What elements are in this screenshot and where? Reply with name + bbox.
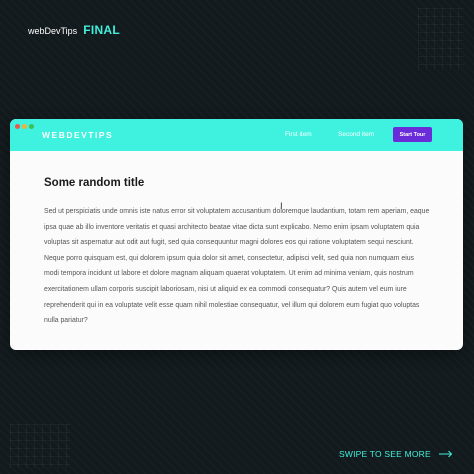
window-controls <box>15 124 34 129</box>
browser-window: WEBDEVTIPS First item Second item Start … <box>10 119 463 350</box>
arrow-right-icon <box>438 450 453 458</box>
page-content: Some random title Sed ut perspiciatis un… <box>10 151 463 329</box>
green-dot-icon[interactable] <box>29 124 34 129</box>
header-brand: webDevTips FINAL <box>28 23 120 37</box>
swipe-to-see-more[interactable]: SWIPE TO SEE MORE <box>339 449 453 459</box>
navbar: WEBDEVTIPS First item Second item Start … <box>10 119 463 151</box>
brand-final-label: FINAL <box>83 23 121 37</box>
red-dot-icon[interactable] <box>15 124 20 129</box>
text-cursor-icon: I <box>280 202 283 212</box>
body-paragraph: Sed ut perspiciatis unde omnis iste natu… <box>44 208 430 325</box>
nav-first-item[interactable]: First item <box>285 131 312 138</box>
start-tour-button[interactable]: Start Tour <box>393 127 432 142</box>
site-logo[interactable]: WEBDEVTIPS <box>42 130 113 140</box>
swipe-label: SWIPE TO SEE MORE <box>339 449 431 459</box>
page-title: Some random title <box>44 177 145 189</box>
brand-name: webDevTips <box>28 26 78 36</box>
decorative-grid-bottom-left <box>10 424 70 468</box>
yellow-dot-icon[interactable] <box>22 124 27 129</box>
decorative-grid-top-right <box>418 8 464 70</box>
nav-second-item[interactable]: Second item <box>338 131 374 138</box>
